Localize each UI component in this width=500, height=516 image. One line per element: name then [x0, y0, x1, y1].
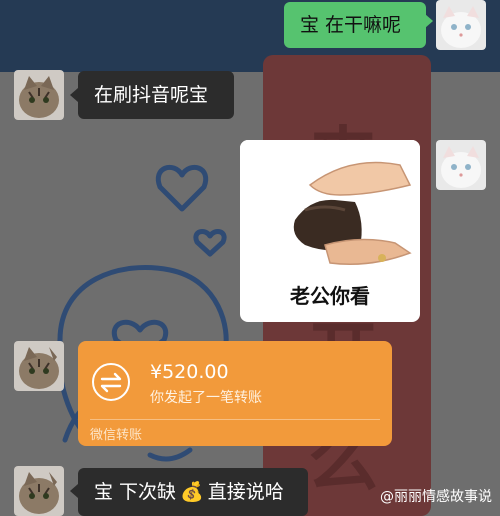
- tabby-cat-avatar-icon: [14, 466, 64, 516]
- money-bag-icon: 💰: [180, 480, 204, 503]
- transfer-arrows-icon: [92, 363, 130, 401]
- white-cat-avatar-icon: [436, 0, 486, 50]
- message-text: 在刷抖音呢宝: [94, 83, 209, 106]
- my-avatar[interactable]: [436, 140, 486, 190]
- message-bubble-1[interactable]: 宝 在干嘛呢: [284, 2, 426, 48]
- tabby-cat-avatar-icon: [14, 341, 64, 391]
- message-text-after: 直接说哈: [207, 480, 284, 503]
- message-bubble-5[interactable]: 宝 下次缺 💰 直接说哈: [78, 468, 308, 516]
- transfer-card[interactable]: ¥520.00 你发起了一笔转账 微信转账: [78, 341, 392, 446]
- transfer-footer: 微信转账: [90, 428, 143, 443]
- message-bubble-2[interactable]: 在刷抖音呢宝: [78, 71, 234, 119]
- contact-avatar[interactable]: [14, 341, 64, 391]
- divider: [90, 419, 380, 420]
- bubble-tail: [70, 88, 78, 102]
- message-text-before: 宝 下次缺: [94, 480, 177, 503]
- white-cat-avatar-icon: [436, 140, 486, 190]
- contact-avatar[interactable]: [14, 466, 64, 516]
- transfer-amount: ¥520.00: [150, 361, 229, 383]
- image-message[interactable]: 老公你看: [240, 140, 420, 322]
- my-avatar[interactable]: [436, 0, 486, 50]
- contact-avatar[interactable]: [14, 70, 64, 120]
- tabby-cat-avatar-icon: [14, 70, 64, 120]
- bubble-tail: [70, 484, 78, 498]
- watermark: @丽丽情感故事说: [380, 489, 492, 505]
- transfer-description: 你发起了一笔转账: [150, 390, 262, 406]
- image-caption: 老公你看: [290, 284, 370, 308]
- bubble-tail: [425, 14, 433, 28]
- empty-wallet-meme-image: [240, 140, 420, 280]
- message-text: 宝 在干嘛呢: [300, 13, 402, 36]
